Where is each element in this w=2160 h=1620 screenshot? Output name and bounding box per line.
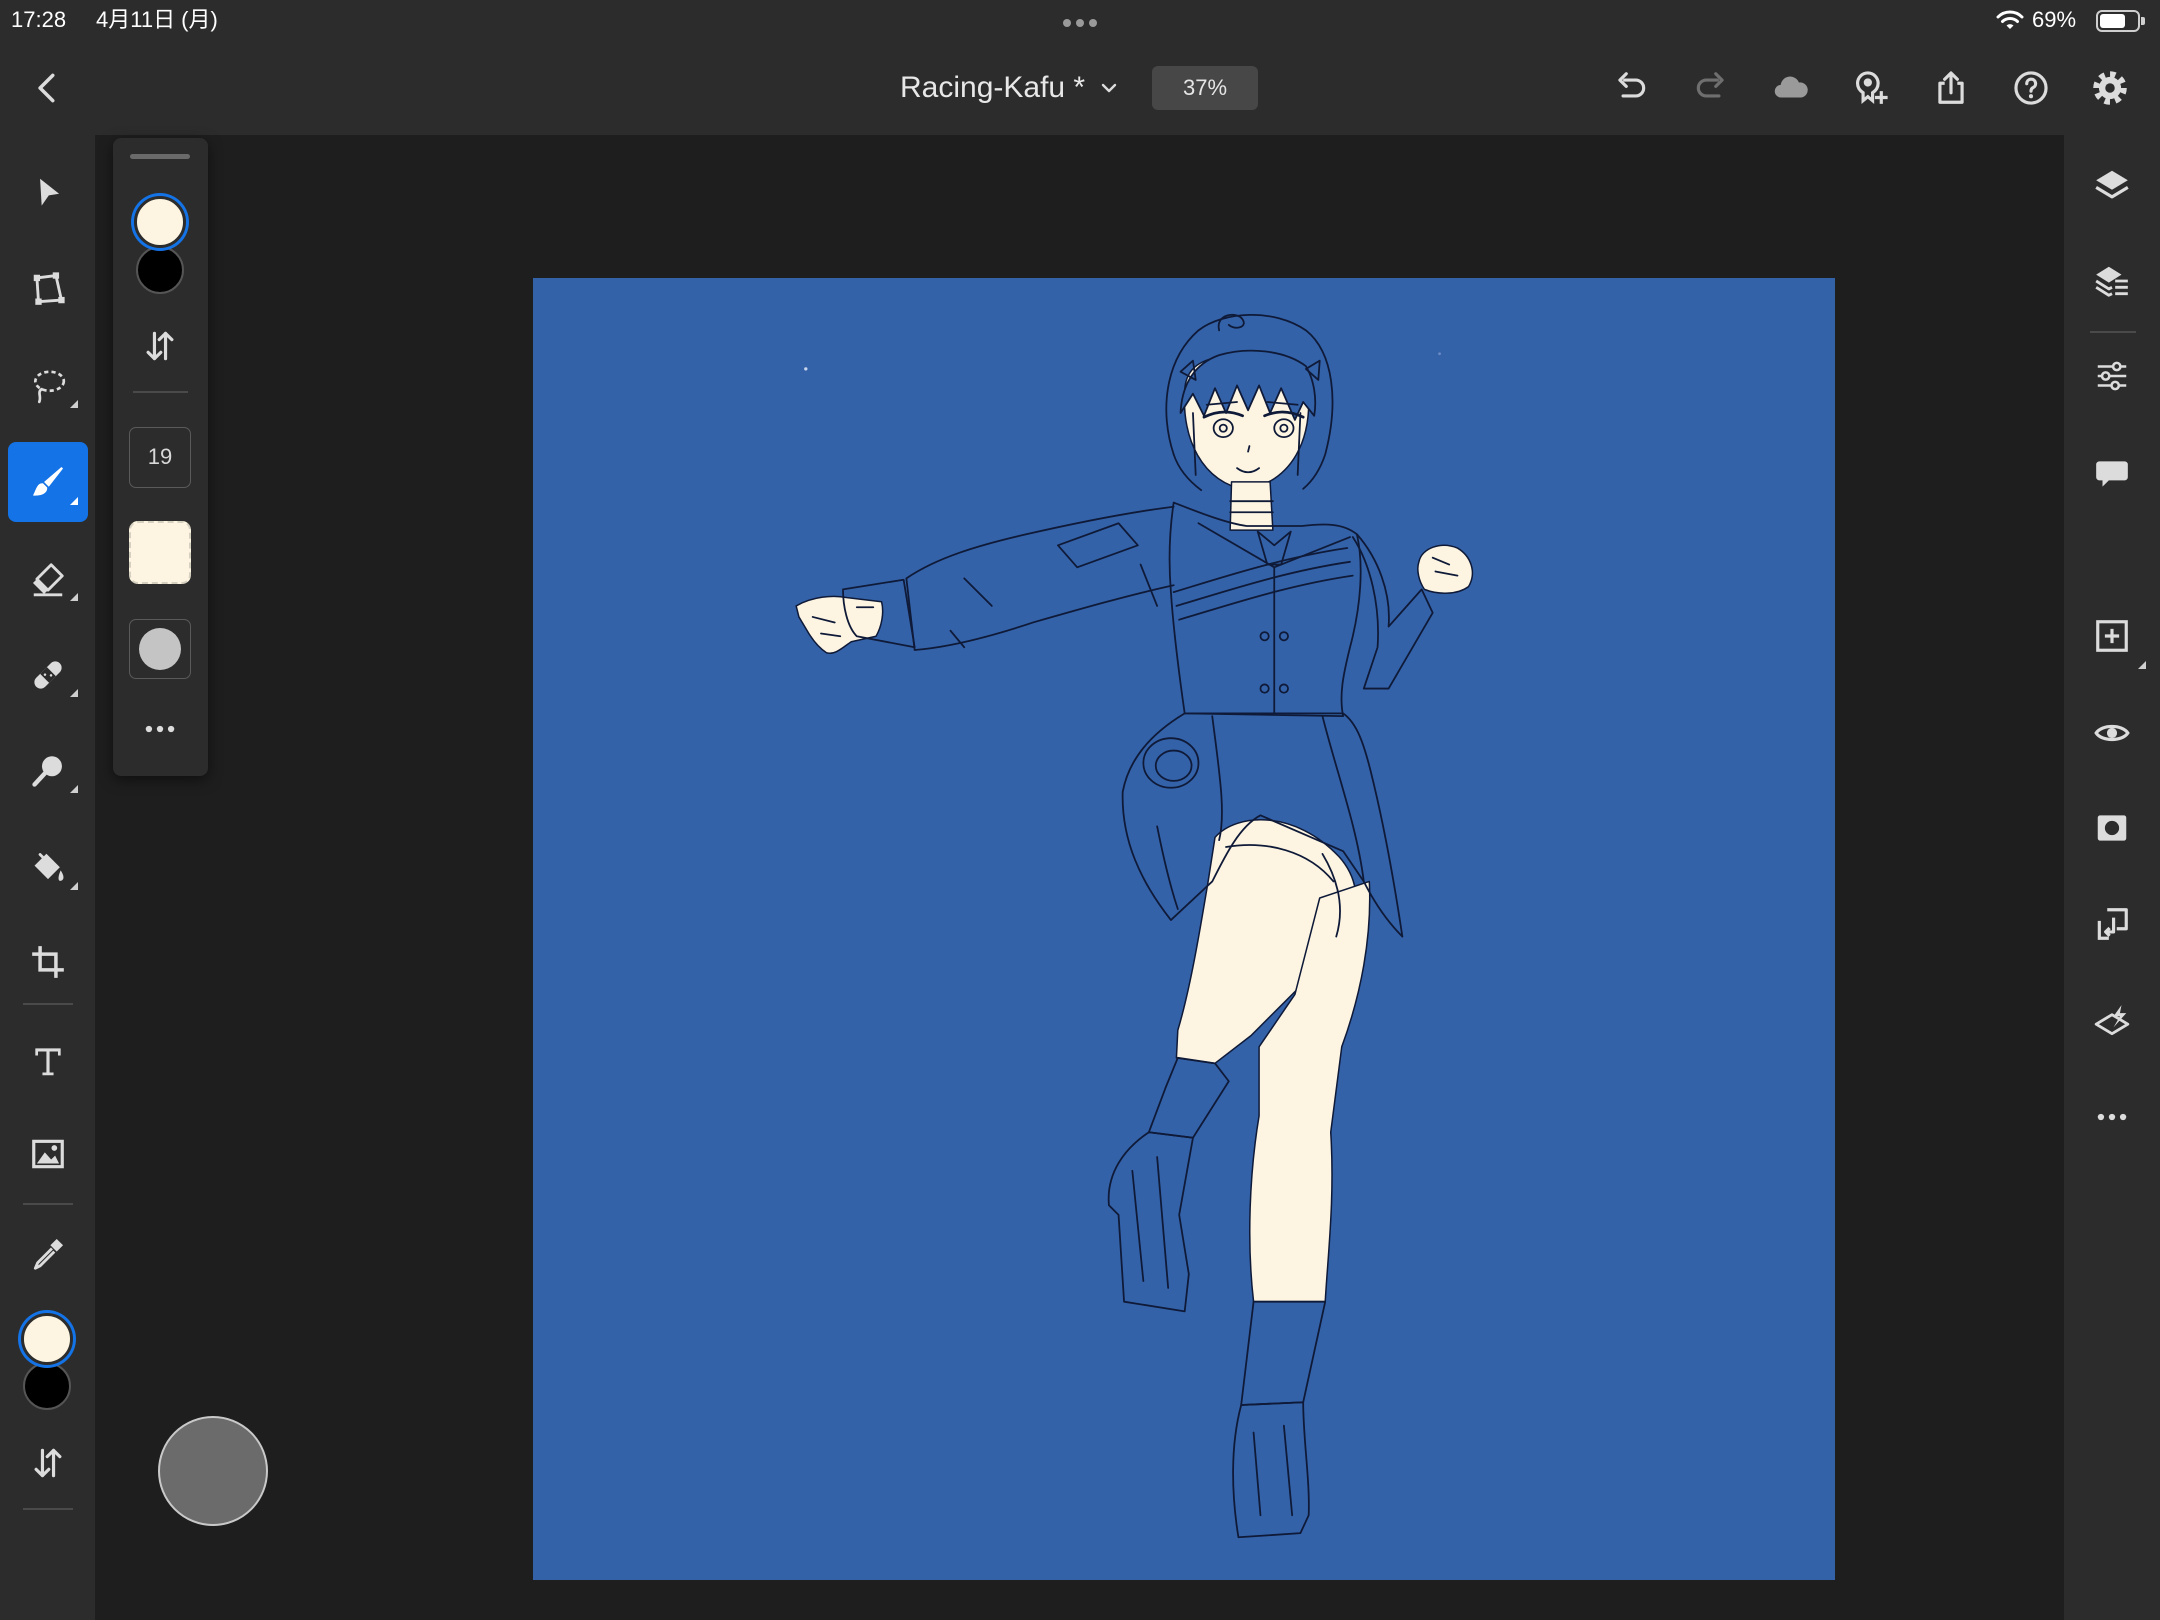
brush-size-field[interactable]: 19 — [129, 427, 191, 488]
character-raised-boot — [1107, 1131, 1194, 1313]
eraser-more-indicator[interactable] — [70, 593, 78, 601]
right-toolbar — [2064, 135, 2160, 1620]
canvas-speck — [1438, 352, 1441, 356]
share-icon[interactable] — [1929, 66, 1973, 110]
document-title[interactable]: Racing-Kafu * — [900, 71, 1085, 105]
brush-color-swatch[interactable] — [129, 521, 191, 584]
character-collar-stripes — [1172, 547, 1354, 621]
character-sleeve-folds — [949, 563, 1159, 649]
mask-icon[interactable] — [2090, 806, 2134, 850]
eyedropper-icon[interactable] — [26, 1232, 70, 1276]
multitasking-dots-icon[interactable] — [1062, 16, 1098, 28]
title-chevron-down-icon[interactable] — [1097, 76, 1121, 100]
right-toolbar-divider — [2090, 331, 2136, 333]
character-standing-boot-lines — [1252, 1424, 1294, 1517]
character-neck — [1229, 481, 1274, 531]
text-tool-icon[interactable] — [26, 1039, 70, 1083]
help-icon[interactable] — [2009, 66, 2053, 110]
wifi-icon — [1996, 8, 2024, 32]
character-pouch-inner — [1154, 749, 1193, 782]
brush-more-indicator[interactable] — [70, 497, 78, 505]
add-layer-more-indicator[interactable] — [2138, 661, 2146, 669]
brush-tip-preview — [139, 628, 181, 670]
document-canvas[interactable] — [533, 278, 1835, 1580]
settings-gear-icon[interactable] — [2088, 66, 2132, 110]
place-image-icon[interactable] — [26, 1132, 70, 1176]
fill-bucket-icon[interactable] — [26, 846, 70, 890]
toolbar-divider — [23, 1003, 73, 1005]
character-raised-boot-lines — [1131, 1156, 1170, 1289]
character-hair-left — [1172, 453, 1203, 492]
toolbar-divider — [23, 1508, 73, 1510]
panel-divider — [133, 391, 188, 393]
healing-more-indicator[interactable] — [70, 689, 78, 697]
layers-icon[interactable] — [2090, 163, 2134, 207]
character-left-hand — [795, 595, 884, 655]
add-layer-icon[interactable] — [2090, 614, 2134, 658]
battery-icon — [2096, 10, 2146, 32]
character-right-hand — [1417, 544, 1474, 594]
character-standing-boot — [1232, 1401, 1310, 1539]
transform-icon[interactable] — [26, 267, 70, 311]
character-bangs — [1179, 349, 1317, 421]
character-button — [1259, 631, 1270, 642]
more-icon[interactable] — [2090, 1095, 2134, 1139]
character-raised-sock — [1147, 1056, 1230, 1139]
brush-icon[interactable] — [26, 460, 70, 504]
status-bar: 17:28 4月11日 (月) 69% — [0, 0, 2160, 41]
import-icon[interactable] — [2090, 902, 2134, 946]
adjustments-icon[interactable] — [2090, 354, 2134, 398]
cloud-icon[interactable] — [1769, 66, 1813, 110]
undo-icon[interactable] — [1609, 66, 1653, 110]
redo-icon[interactable] — [1689, 66, 1733, 110]
top-bar: Racing-Kafu * 37% — [0, 41, 2160, 135]
character-standing-sock — [1240, 1300, 1327, 1406]
foreground-color-swatch[interactable] — [21, 1313, 73, 1365]
status-time: 17:28 — [11, 7, 67, 32]
character-button — [1259, 683, 1270, 694]
zoom-level-button[interactable]: 37% — [1152, 66, 1258, 110]
touch-shortcut-button[interactable] — [158, 1416, 268, 1526]
panel-foreground-color-swatch[interactable] — [134, 196, 186, 248]
visibility-eye-icon[interactable] — [2090, 711, 2134, 755]
left-toolbar — [0, 135, 95, 1620]
brush-options-panel: 19 — [113, 138, 208, 776]
status-date: 4月11日 (月) — [96, 7, 218, 32]
smudge-more-indicator[interactable] — [70, 785, 78, 793]
background-color-swatch[interactable] — [23, 1362, 71, 1410]
layer-effects-icon[interactable] — [2090, 999, 2134, 1043]
eraser-icon[interactable] — [26, 557, 70, 601]
character-button — [1278, 631, 1289, 642]
back-icon[interactable] — [26, 66, 70, 110]
swap-colors-icon[interactable] — [26, 1441, 70, 1485]
artwork — [795, 313, 1474, 1539]
healing-icon[interactable] — [26, 653, 70, 697]
lasso-icon[interactable] — [26, 364, 70, 408]
character-left-sleeve — [905, 505, 1175, 651]
smudge-icon[interactable] — [26, 749, 70, 793]
select-arrow-icon[interactable] — [26, 171, 70, 215]
toolbar-divider — [23, 1203, 73, 1205]
lasso-more-indicator[interactable] — [70, 400, 78, 408]
panel-background-color-swatch[interactable] — [136, 246, 184, 294]
battery-percent: 69% — [2032, 7, 2077, 32]
character-figure — [795, 313, 1474, 1539]
character-sleeve-patch — [1057, 522, 1139, 569]
character-button — [1278, 683, 1289, 694]
brush-tip-button[interactable] — [129, 619, 191, 679]
panel-drag-handle[interactable] — [130, 154, 190, 159]
crop-icon[interactable] — [26, 940, 70, 984]
canvas-speck — [804, 367, 808, 371]
fill-more-indicator[interactable] — [70, 882, 78, 890]
swap-colors-icon[interactable] — [138, 324, 182, 368]
comments-icon[interactable] — [2090, 452, 2134, 496]
layer-properties-icon[interactable] — [2090, 259, 2134, 303]
invite-user-icon[interactable] — [1849, 66, 1893, 110]
more-options-icon[interactable] — [138, 707, 182, 751]
